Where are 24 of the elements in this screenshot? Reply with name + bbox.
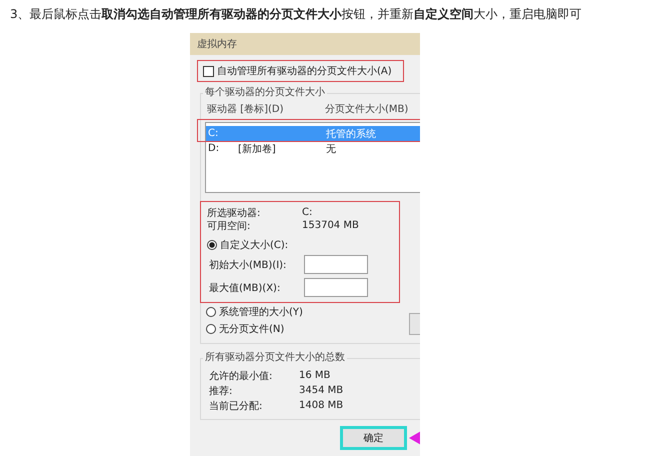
group-title: 所有驱动器分页文件大小的总数 <box>203 352 347 364</box>
window-title: 虚拟内存 <box>197 38 237 51</box>
group-title: 每个驱动器的分页文件大小 <box>203 87 327 99</box>
drive-row[interactable]: D: [新加卷] 无 <box>206 141 420 156</box>
info-label: 所选驱动器: <box>207 206 262 220</box>
column-header: 驱动器 [卷标](D) <box>207 102 284 116</box>
radio-button[interactable]: 自定义大小(C): <box>207 237 393 253</box>
column-header: 分页文件大小(MB) <box>325 102 408 116</box>
total-label: 允许的最小值: <box>209 370 274 382</box>
total-value: 16 MB <box>299 370 330 381</box>
radio-button[interactable]: 系统管理的大小(Y) <box>206 303 420 320</box>
field-label: 初始大小(MB)(I): <box>208 258 288 272</box>
ok-button[interactable]: 确定 <box>340 426 407 450</box>
checkbox-label: 自动管理所有驱动器的分页文件大小(A) <box>217 64 392 78</box>
field-label: 最大值(MB)(X): <box>208 282 282 294</box>
radio-button[interactable]: 无分页文件(N) <box>206 320 420 337</box>
total-value: 3454 MB <box>299 385 344 396</box>
total-label: 当前已分配: <box>209 400 264 412</box>
info-value: 153704 MB <box>302 220 359 231</box>
info-value: C: <box>302 207 312 218</box>
instruction-text: 3、最后鼠标点击取消勾选自动管理所有驱动器的分页文件大小按钮，并重新自定义空间大小，重启电脑即可 <box>9 6 583 22</box>
total-value: 1408 MB <box>299 400 344 411</box>
info-label: 可用空间: <box>207 220 252 232</box>
total-label: 推荐: <box>209 384 234 398</box>
